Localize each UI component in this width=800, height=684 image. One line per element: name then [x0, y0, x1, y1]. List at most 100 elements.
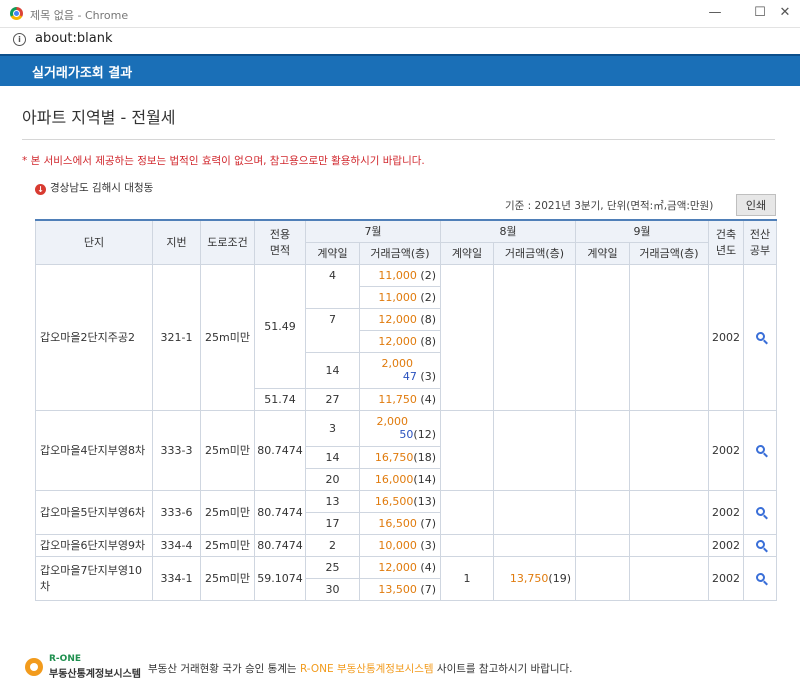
complex-name: 갑오마을5단지부영6차: [35, 489, 153, 535]
deal-amount: 16,000(14): [359, 467, 441, 491]
sep-day-empty: [575, 555, 630, 601]
registry-search-button[interactable]: [743, 409, 777, 491]
table-row: 갑오마을2단지주공2 321-1 25m미만 51.49 4 11,000 (2…: [35, 263, 777, 411]
window-title: 제목 없음 - Chrome: [30, 9, 129, 22]
header-september: 9월: [575, 219, 709, 243]
built-year: 2002: [708, 409, 744, 491]
complex-name: 갑오마을4단지부영8차: [35, 409, 153, 491]
contract-day: 30: [305, 577, 360, 601]
contract-day: 27: [305, 387, 360, 411]
contract-day: 17: [305, 511, 360, 535]
built-year: 2002: [708, 555, 744, 601]
built-year: 2002: [708, 489, 744, 535]
result-header-title: 실거래가조회 결과: [32, 66, 133, 81]
deal-amount: 2,000 47 (3): [359, 351, 441, 389]
aug-amount-empty: [493, 489, 576, 535]
complex-name: 갑오마을2단지주공2: [35, 263, 153, 411]
disclaimer-notice: * 본 서비스에서 제공하는 정보는 법적인 효력이 없으며, 참고용으로만 활…: [22, 155, 425, 167]
sep-day-empty: [575, 533, 630, 557]
header-area: 전용 면적: [254, 219, 306, 265]
deal-amount: 13,500 (7): [359, 577, 441, 601]
header-july: 7월: [305, 219, 441, 243]
header-amount: 거래금액(층): [359, 241, 441, 265]
table-row: 갑오마을4단지부영8차 333-3 25m미만 80.7474 3 2,000 5…: [35, 409, 777, 491]
deal-amount: 12,000 (8): [359, 307, 441, 331]
registry-search-button[interactable]: [743, 555, 777, 601]
url-text[interactable]: about:blank: [35, 31, 113, 46]
built-year: 2002: [708, 263, 744, 411]
area-value: 80.7474: [254, 533, 306, 557]
registry-search-button[interactable]: [743, 533, 777, 557]
road-condition: 25m미만: [200, 489, 255, 535]
footer-brand-link[interactable]: R-ONE 부동산통계정보시스템: [300, 663, 434, 675]
r-one-logo-icon: [25, 658, 43, 676]
logo-bottom-text: 부동산통계정보시스템: [49, 669, 141, 680]
title-divider: [22, 139, 775, 140]
header-contract-day: 계약일: [305, 241, 360, 265]
magnifier-icon[interactable]: [755, 572, 765, 582]
magnifier-icon[interactable]: [755, 444, 765, 454]
area-value: 59.1074: [254, 555, 306, 601]
sep-day-empty: [575, 489, 630, 535]
close-button[interactable]: ✕: [770, 3, 800, 23]
region-label: ↓ 경상남도 김해시 대청동: [35, 180, 153, 195]
aug-contract-day: 1: [440, 555, 494, 601]
sep-day-empty: [575, 263, 630, 411]
result-header-bar: 실거래가조회 결과: [0, 54, 800, 86]
deal-amount: 16,750(18): [359, 445, 441, 469]
deal-amount: 10,000 (3): [359, 533, 441, 557]
table-row: 갑오마을7단지부영10차 334-1 25m미만 59.1074 25 12,0…: [35, 555, 777, 601]
lot-number: 334-1: [152, 555, 201, 601]
table-row: 갑오마을5단지부영6차 333-6 25m미만 80.7474 13 16,50…: [35, 489, 777, 535]
header-registry: 전산 공부: [743, 219, 777, 265]
header-built-year: 건축 년도: [708, 219, 744, 265]
page-title: 아파트 지역별 - 전월세: [22, 108, 176, 127]
footer-text: 부동산 거래현황 국가 승인 통계는 R-ONE 부동산통계정보시스템 사이트를…: [148, 661, 573, 676]
contract-day: 14: [305, 445, 360, 469]
lot-number: 334-4: [152, 533, 201, 557]
header-august: 8월: [440, 219, 576, 243]
header-amount: 거래금액(층): [629, 241, 709, 265]
sep-amount-empty: [629, 533, 709, 557]
complex-name: 갑오마을7단지부영10차: [35, 555, 153, 601]
header-contract-day: 계약일: [440, 241, 494, 265]
region-text: 경상남도 김해시 대청동: [50, 182, 154, 194]
chrome-icon: [10, 7, 23, 20]
window-titlebar: 제목 없음 - Chrome — ☐ ✕: [0, 0, 800, 28]
area-value: 80.7474: [254, 409, 306, 491]
magnifier-icon[interactable]: [755, 539, 765, 549]
contract-day: 2: [305, 533, 360, 557]
magnifier-icon[interactable]: [755, 506, 765, 516]
aug-day-empty: [440, 409, 494, 491]
header-amount: 거래금액(층): [493, 241, 576, 265]
basis-text: 기준 : 2021년 3분기, 단위(면적:㎡,금액:만원): [505, 200, 714, 212]
header-contract-day: 계약일: [575, 241, 630, 265]
deal-amount: 2,000 50(12): [359, 409, 441, 447]
aug-day-empty: [440, 263, 494, 411]
contract-day: 7: [305, 307, 360, 353]
lot-number: 333-6: [152, 489, 201, 535]
contract-day: 14: [305, 351, 360, 389]
area-value: 51.74: [254, 387, 306, 411]
address-bar[interactable]: i about:blank: [0, 28, 800, 52]
minimize-button[interactable]: —: [700, 3, 730, 23]
complex-name: 갑오마을6단지부영9차: [35, 533, 153, 557]
print-button[interactable]: 인쇄: [736, 194, 776, 216]
aug-amount-empty: [493, 263, 576, 411]
magnifier-icon[interactable]: [755, 331, 765, 341]
sep-amount-empty: [629, 489, 709, 535]
info-icon[interactable]: i: [13, 33, 26, 46]
contract-day: 3: [305, 409, 360, 447]
r-one-logo[interactable]: R-ONE 부동산통계정보시스템: [25, 652, 145, 680]
registry-search-button[interactable]: [743, 263, 777, 411]
aug-deal-amount: 13,750(19): [493, 555, 576, 601]
logo-top-text: R-ONE: [49, 654, 81, 664]
registry-search-button[interactable]: [743, 489, 777, 535]
location-pin-icon: ↓: [35, 184, 46, 195]
lot-number: 321-1: [152, 263, 201, 411]
road-condition: 25m미만: [200, 555, 255, 601]
deal-amount: 16,500(13): [359, 489, 441, 513]
lot-number: 333-3: [152, 409, 201, 491]
header-complex: 단지: [35, 219, 153, 265]
deal-amount: 11,000 (2): [359, 263, 441, 287]
